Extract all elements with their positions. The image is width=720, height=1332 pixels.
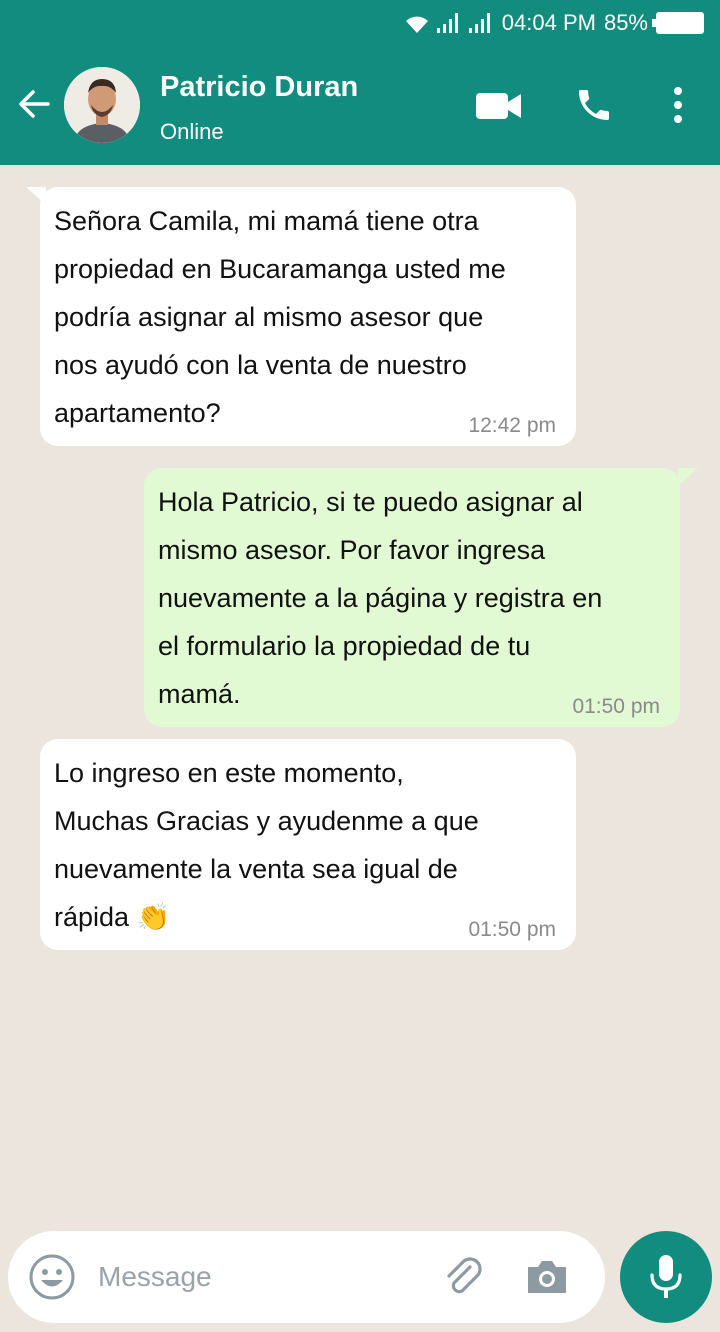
- message-input[interactable]: Message: [98, 1261, 212, 1293]
- signal-icon: [468, 13, 490, 33]
- bubble-tail: [678, 468, 698, 486]
- microphone-button[interactable]: [620, 1231, 712, 1323]
- video-call-icon[interactable]: [476, 91, 522, 121]
- battery-icon: [652, 12, 704, 34]
- message-bubble-outgoing[interactable]: Hola Patricio, si te puedo asignar al mi…: [144, 468, 680, 727]
- message-bubble-incoming[interactable]: Lo ingreso en este momento, Muchas Graci…: [40, 739, 576, 950]
- message-list[interactable]: Señora Camila, mi mamá tiene otra propie…: [0, 165, 720, 1225]
- wifi-icon: [405, 16, 428, 33]
- message-bubble-incoming[interactable]: Señora Camila, mi mamá tiene otra propie…: [40, 187, 576, 446]
- message-text: Hola Patricio, si te puedo asignar al mi…: [158, 487, 603, 709]
- message-time: 01:50 pm: [468, 918, 556, 941]
- status-bar: 04:04 PM 85%: [0, 0, 720, 46]
- camera-icon[interactable]: [524, 1257, 570, 1297]
- avatar-image: [64, 67, 140, 143]
- avatar[interactable]: [64, 67, 140, 143]
- contact-name[interactable]: Patricio Duran: [160, 71, 358, 104]
- message-time: 01:50 pm: [572, 695, 660, 718]
- message-text: Lo ingreso en este momento, Muchas Graci…: [54, 758, 479, 932]
- message-composer[interactable]: Message: [8, 1231, 605, 1323]
- chat-app-bar: Patricio Duran Online: [0, 46, 720, 165]
- signal-icon: [436, 13, 458, 33]
- message-time: 12:42 pm: [468, 414, 556, 437]
- microphone-icon: [650, 1255, 682, 1298]
- battery-percent: 85%: [603, 10, 648, 35]
- status-icons: [404, 12, 494, 34]
- status-time: 04:04 PM: [501, 10, 596, 35]
- back-arrow-icon[interactable]: [16, 86, 52, 122]
- attachment-icon[interactable]: [440, 1253, 488, 1301]
- app-header: 04:04 PM 85% Patricio Duran Online: [0, 0, 720, 165]
- emoji-icon[interactable]: [28, 1253, 76, 1301]
- message-text: Señora Camila, mi mamá tiene otra propie…: [54, 206, 506, 428]
- contact-status: Online: [160, 119, 224, 144]
- more-options-icon[interactable]: [672, 86, 684, 124]
- phone-icon[interactable]: [574, 85, 614, 125]
